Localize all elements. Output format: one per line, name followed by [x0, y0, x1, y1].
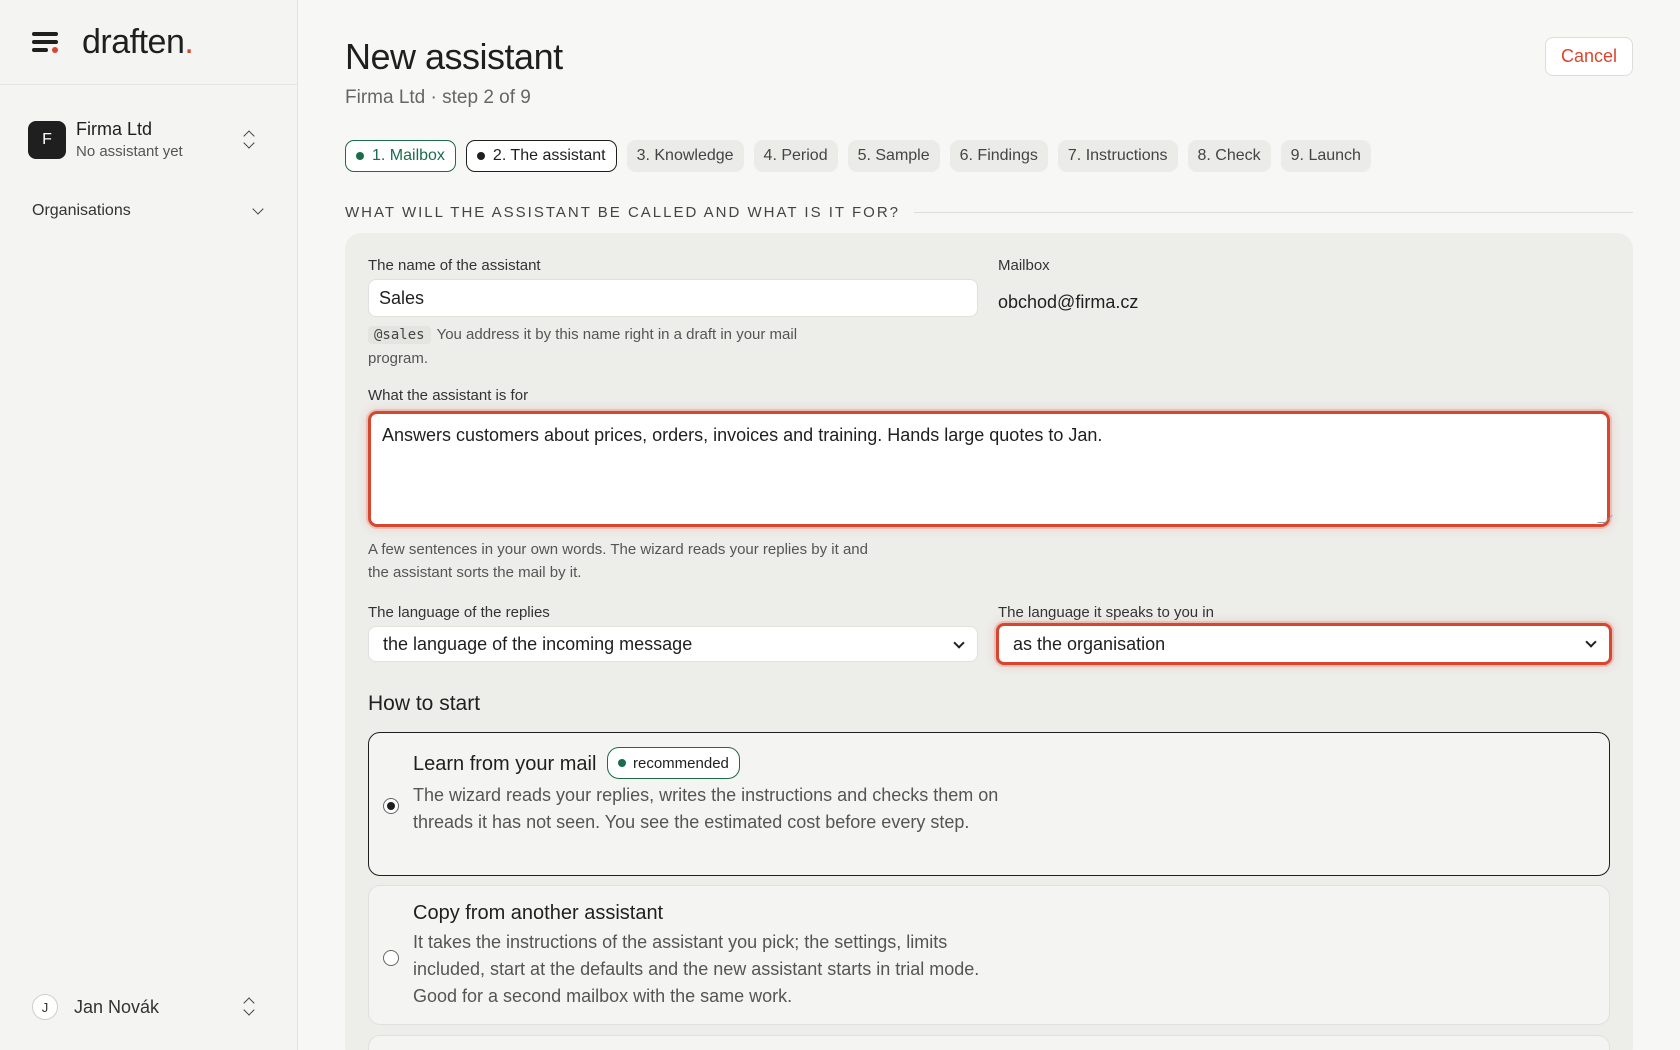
step-sample[interactable]: 5. Sample	[847, 140, 940, 172]
step-knowledge[interactable]: 3. Knowledge	[626, 140, 744, 172]
step-findings[interactable]: 6. Findings	[949, 140, 1048, 172]
option-more[interactable]	[368, 1035, 1610, 1050]
reply-language-label: The language of the replies	[368, 604, 550, 621]
radio-unselected-icon[interactable]	[383, 950, 399, 966]
assistant-form-card: The name of the assistant @salesYou addr…	[345, 233, 1633, 1050]
name-help: @sales You address it by this name right …	[368, 326, 798, 367]
step-period[interactable]: 4. Period	[753, 140, 838, 172]
sidebar: draften. F Firma Ltd No assistant yet Or…	[0, 0, 298, 1050]
avatar: J	[32, 994, 58, 1020]
section-heading: WHAT WILL THE ASSISTANT BE CALLED AND WH…	[345, 203, 1633, 221]
purpose-label: What the assistant is for	[368, 387, 529, 404]
sidebar-header: draften.	[0, 0, 297, 85]
step-current-dot-icon	[476, 152, 485, 160]
step-check[interactable]: 8. Check	[1187, 140, 1271, 172]
chevron-up-down-icon	[242, 997, 256, 1017]
mailbox-label: Mailbox	[998, 257, 1050, 274]
chevron-up-down-icon	[242, 130, 256, 150]
organisations-label: Organisations	[32, 202, 131, 219]
user-name: Jan Novák	[74, 996, 160, 1017]
organisations-toggle[interactable]: Organisations	[32, 200, 266, 222]
menu-icon[interactable]	[32, 30, 60, 54]
step-instructions[interactable]: 7. Instructions	[1057, 140, 1178, 172]
assistant-name-input[interactable]	[368, 279, 978, 317]
step-launch[interactable]: 9. Launch	[1280, 140, 1371, 172]
chevron-down-icon	[953, 637, 965, 649]
how-to-start-heading: How to start	[368, 692, 481, 715]
main-content: New assistant Firma Ltd · step 2 of 9 Ca…	[345, 0, 1633, 1050]
chevron-down-icon	[1585, 636, 1597, 648]
recommended-badge: recommended	[607, 747, 740, 779]
page-subtitle: Firma Ltd · step 2 of 9	[345, 87, 531, 108]
speak-language-select[interactable]: as the organisation	[996, 623, 1612, 665]
org-switcher[interactable]: F Firma Ltd No assistant yet	[28, 116, 272, 164]
cancel-button[interactable]: Cancel	[1545, 37, 1633, 76]
reply-language-select[interactable]: the language of the incoming message	[368, 626, 978, 662]
org-avatar: F	[28, 121, 66, 159]
user-menu[interactable]: J Jan Novák	[32, 992, 266, 1022]
option-description: The wizard reads your replies, writes th…	[413, 785, 999, 832]
option-description: It takes the instructions of the assista…	[413, 932, 980, 1006]
mailbox-value: obchod@firma.cz	[998, 292, 1139, 312]
chevron-down-icon	[252, 203, 264, 215]
org-name: Firma Ltd	[76, 119, 153, 139]
name-label: The name of the assistant	[368, 257, 541, 274]
option-copy-from-assistant[interactable]: Copy from another assistant It takes the…	[368, 885, 1610, 1025]
step-done-dot-icon	[356, 152, 364, 160]
page-title: New assistant	[345, 36, 563, 77]
radio-selected-icon[interactable]	[383, 798, 399, 814]
assistant-handle: @sales	[368, 326, 431, 344]
wizard-steps: 1. Mailbox 2. The assistant 3. Knowledge…	[345, 140, 1371, 172]
step-assistant[interactable]: 2. The assistant	[465, 140, 617, 172]
step-mailbox[interactable]: 1. Mailbox	[345, 140, 456, 172]
org-subtitle: No assistant yet	[76, 143, 183, 160]
option-learn-from-mail[interactable]: Learn from your mail recommended The wiz…	[368, 732, 1610, 876]
logo[interactable]: draften.	[82, 23, 194, 62]
divider	[914, 211, 1633, 213]
purpose-help: A few sentences in your own words. The w…	[368, 541, 868, 581]
speak-language-label: The language it speaks to you in	[998, 604, 1214, 621]
badge-dot-icon	[618, 759, 626, 767]
assistant-purpose-textarea[interactable]: Answers customers about prices, orders, …	[368, 411, 1610, 527]
option-title: Learn from your mail	[413, 753, 597, 775]
option-title: Copy from another assistant	[413, 902, 664, 924]
